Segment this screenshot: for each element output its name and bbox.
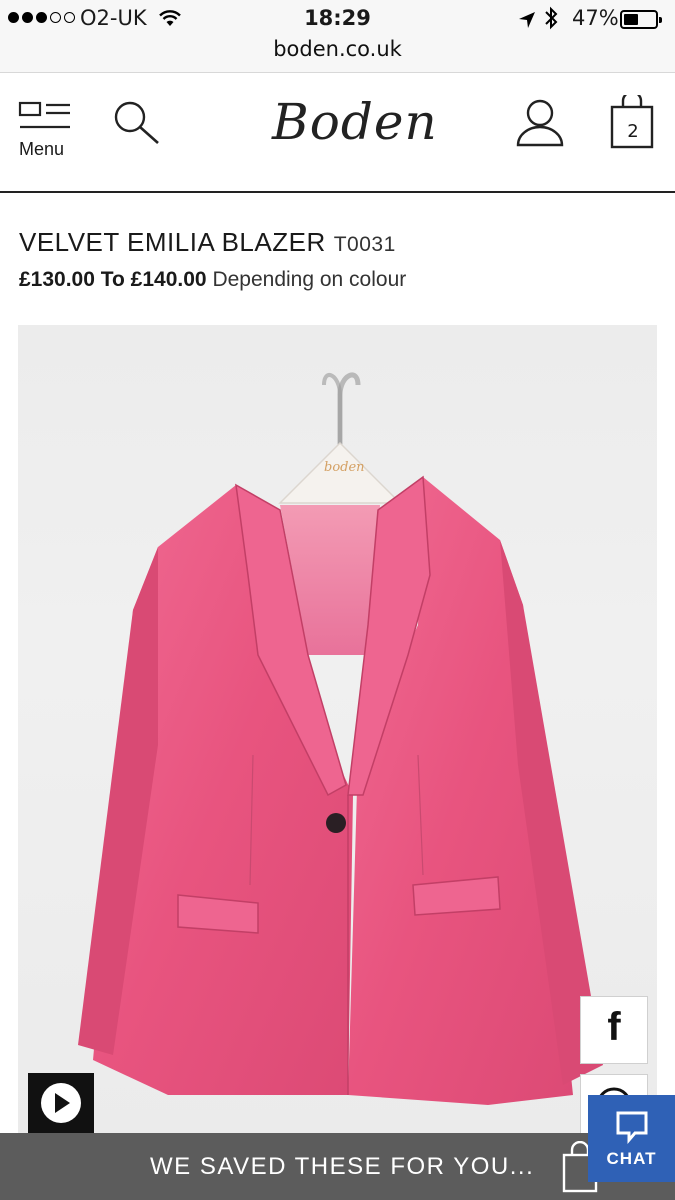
location-arrow-icon xyxy=(518,10,536,34)
hanger-brand-text: boden xyxy=(324,460,365,475)
battery-icon xyxy=(620,10,662,29)
price-range: £130.00 To £140.00 xyxy=(19,268,207,291)
play-video-button[interactable] xyxy=(28,1073,94,1133)
boden-logo[interactable]: Boden xyxy=(272,93,438,151)
site-header: Menu Boden 2 xyxy=(0,73,675,193)
status-bar: O2-UK 18:29 47% boden.co.uk xyxy=(0,0,675,73)
product-image[interactable]: boden xyxy=(18,325,657,1135)
chat-button[interactable]: CHAT xyxy=(588,1095,675,1182)
chat-label: CHAT xyxy=(606,1149,657,1168)
search-icon xyxy=(114,101,159,144)
shopping-bag-button[interactable]: 2 xyxy=(606,90,660,151)
play-icon xyxy=(41,1083,81,1123)
price-row: £130.00 To £140.00 Depending on colour xyxy=(19,268,406,292)
price-note: Depending on colour xyxy=(212,268,407,291)
chat-bubble-icon xyxy=(616,1111,648,1145)
menu-label: Menu xyxy=(19,139,65,159)
user-icon xyxy=(516,99,564,147)
blazer-button xyxy=(326,813,346,833)
battery-percent: 47% xyxy=(572,6,619,30)
search-button[interactable] xyxy=(110,97,166,153)
saved-items-bar[interactable]: WE SAVED THESE FOR YOU... xyxy=(0,1133,675,1200)
bag-count-badge: 2 xyxy=(627,121,639,142)
saved-items-text: WE SAVED THESE FOR YOU... xyxy=(150,1153,535,1180)
product-title: VELVET EMILIA BLAZER xyxy=(19,227,326,257)
facebook-share-button[interactable]: f xyxy=(580,996,648,1064)
account-button[interactable] xyxy=(512,95,568,151)
product-code: T0031 xyxy=(333,233,396,256)
product-title-row: VELVET EMILIA BLAZER T0031 xyxy=(19,227,396,258)
bluetooth-icon xyxy=(543,6,559,35)
facebook-icon: f xyxy=(607,1005,621,1049)
menu-icon xyxy=(18,101,70,129)
pink-blazer-illustration: boden xyxy=(78,372,603,1105)
menu-button[interactable]: Menu xyxy=(14,97,78,161)
address-bar-url[interactable]: boden.co.uk xyxy=(0,37,675,61)
